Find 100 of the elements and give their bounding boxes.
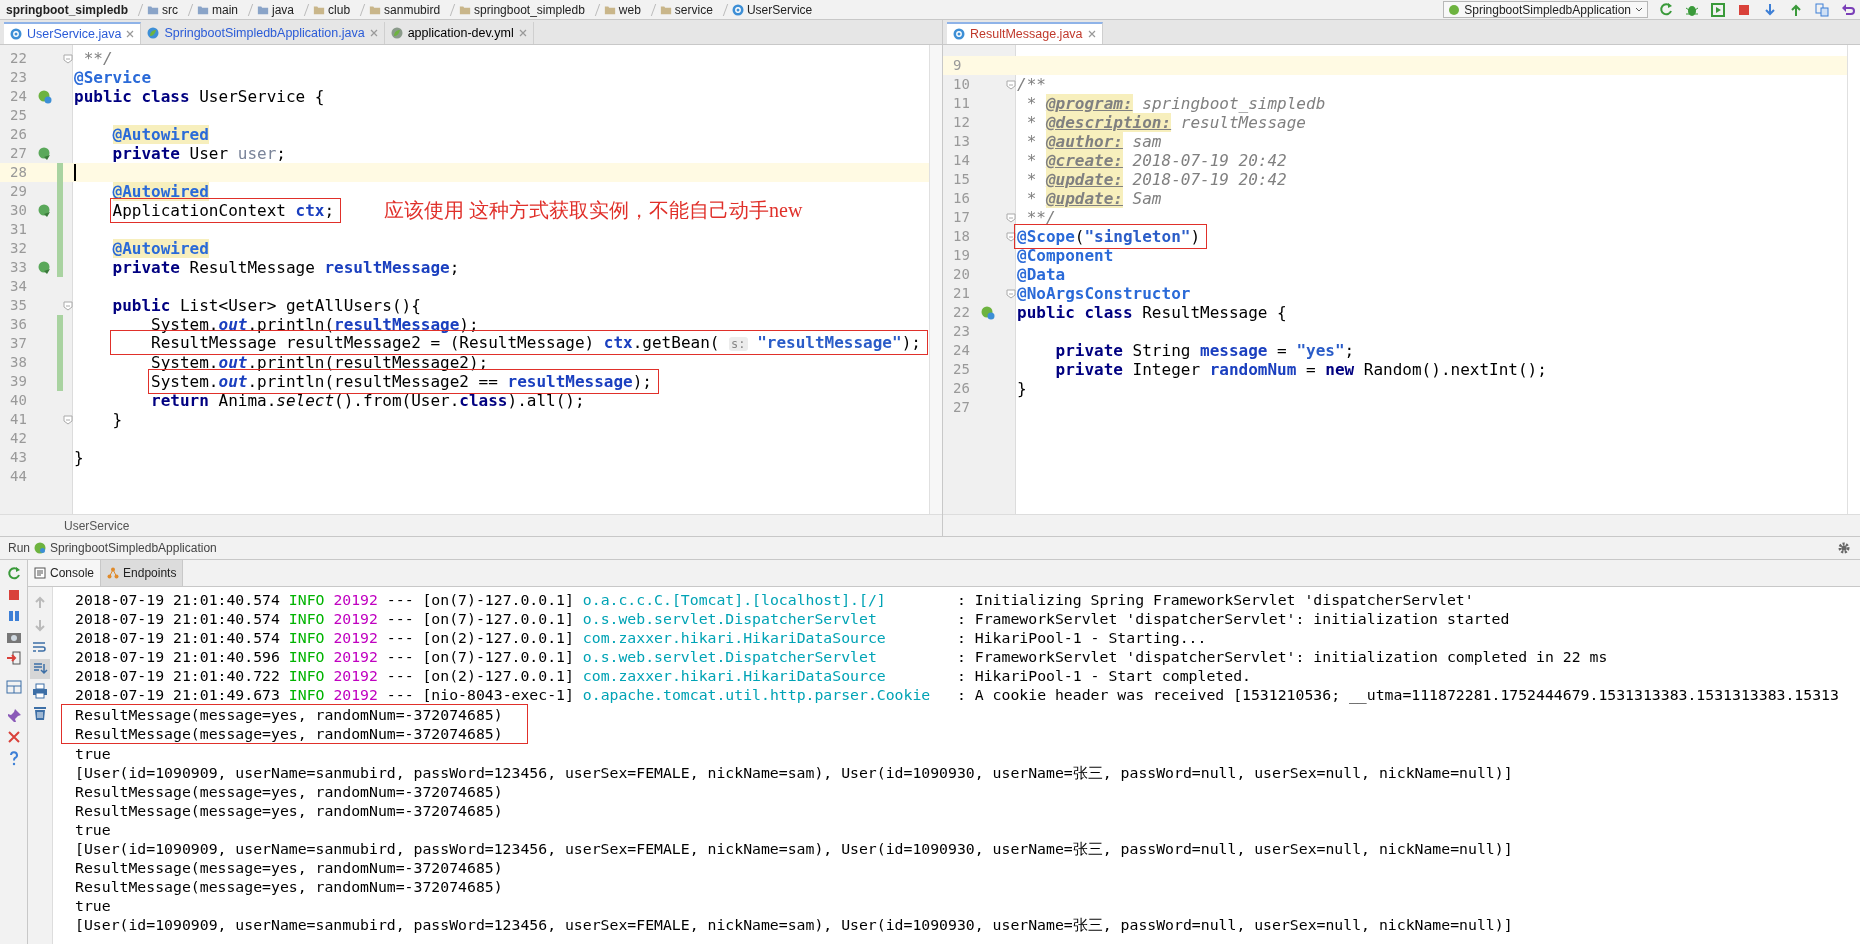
code-line: } — [1016, 379, 1028, 398]
line-number: 23 — [952, 322, 971, 341]
breadcrumb-item[interactable]: sanmubird — [369, 2, 441, 17]
breadcrumb-item[interactable]: UserService — [731, 2, 813, 17]
breadcrumb-item[interactable]: src — [147, 2, 178, 17]
down-arrow-icon[interactable] — [32, 617, 48, 633]
trash-icon[interactable] — [32, 705, 48, 721]
code-line: private String message = "yes"; — [1054, 341, 1356, 360]
line-number: 26 — [952, 379, 971, 398]
rerun-icon[interactable] — [5, 566, 22, 582]
autowired-bean-icon[interactable] — [38, 146, 52, 161]
line-number: 15 — [952, 170, 971, 189]
pin-icon[interactable] — [5, 708, 22, 724]
breadcrumb-item[interactable]: java — [257, 2, 295, 17]
fold-icon[interactable] — [1006, 288, 1016, 299]
fold-icon[interactable] — [63, 300, 73, 311]
console-tab[interactable]: Endpoints — [101, 560, 184, 586]
console-line: 2018-07-19 21:01:40.574 INFO 20192 --- [on(7)-127.0.0.1] o.a.c.c.C.[Tomcat].[localhost].[/] : Initializing Spring FrameworkServlet 'dispatcherServlet' — [75, 590, 1475, 609]
line-number: 23 — [9, 68, 28, 87]
line-number: 24 — [952, 341, 971, 360]
autowired-bean-icon[interactable] — [38, 260, 52, 275]
console-line: 2018-07-19 21:01:40.722 INFO 20192 --- [on(2)-127.0.0.1] com.zaxxer.hikari.HikariDataSource : HikariPool-1 - Start completed. — [75, 666, 1252, 685]
spring-bean-icon[interactable] — [981, 305, 995, 320]
line-number: 25 — [952, 360, 971, 379]
change-marker[interactable] — [56, 258, 63, 277]
code-line: public List<User> getAllUsers(){ — [111, 296, 422, 315]
config-file-icon — [390, 27, 403, 39]
console-line: ResultMessage(message=yes, randomNum=-372074685) — [75, 877, 504, 896]
line-number: 19 — [952, 246, 971, 265]
rerun-icon[interactable] — [1658, 1, 1674, 18]
breadcrumb-item[interactable]: club — [313, 2, 351, 17]
print-icon[interactable] — [32, 683, 48, 699]
change-marker[interactable] — [56, 315, 63, 334]
line-number: 37 — [9, 334, 28, 353]
autowired-bean-icon[interactable] — [38, 203, 52, 218]
fold-icon[interactable] — [1006, 231, 1016, 242]
code-line: * @create: 2018-07-19 20:42 — [1025, 151, 1288, 170]
run-config-tab[interactable]: SpringbootSimpledbApplication — [50, 541, 217, 555]
close-icon[interactable] — [369, 29, 378, 37]
line-number: 42 — [9, 429, 28, 448]
breadcrumb-item[interactable]: springboot_simpledb — [6, 2, 128, 17]
vcs-update-icon[interactable] — [1762, 1, 1778, 18]
close-icon[interactable] — [126, 30, 135, 38]
console-line: [User(id=1090909, userName=sanmubird, passWord=123456, userSex=FEMALE, nickName=sam), User(id=1090930, userName=张三, passWord=null, userSex=null, nickName=null)] — [75, 763, 1514, 782]
soft-wrap-icon[interactable] — [32, 639, 48, 655]
fold-icon[interactable] — [63, 53, 73, 64]
breadcrumb-item[interactable]: service — [659, 2, 713, 17]
line-number: 27 — [9, 144, 28, 163]
coverage-icon[interactable] — [1710, 1, 1726, 18]
close-icon[interactable] — [5, 729, 22, 745]
editor-tab[interactable]: UserService.java — [4, 22, 142, 44]
fold-icon[interactable] — [63, 414, 73, 425]
code-line: System.out.println(resultMessage2 == resultMessage); — [73, 372, 662, 391]
breadcrumb-item[interactable]: UserService — [64, 518, 130, 533]
code-line: private User user; — [111, 144, 287, 163]
console-line: [User(id=1090909, userName=sanmubird, passWord=123456, userSex=FEMALE, nickName=sam), User(id=1090930, userName=张三, passWord=null, userSex=null, nickName=null)] — [75, 839, 1514, 858]
console-tab[interactable]: Console — [28, 560, 102, 586]
fold-icon[interactable] — [1006, 79, 1016, 90]
spring-icon — [1448, 3, 1461, 16]
run-config-dropdown[interactable]: SpringbootSimpledbApplication — [1443, 1, 1648, 18]
layout-icon[interactable] — [5, 679, 22, 695]
close-icon[interactable] — [518, 29, 527, 37]
fold-icon[interactable] — [1006, 212, 1016, 223]
line-number: 21 — [952, 284, 971, 303]
code-line: /** — [1016, 75, 1047, 94]
code-line: } — [73, 448, 85, 467]
code-line: private ResultMessage resultMessage; — [111, 258, 461, 277]
compare-icon[interactable] — [1814, 1, 1830, 18]
line-number: 12 — [952, 113, 971, 132]
line-number: 18 — [952, 227, 971, 246]
code-line: * @program: springboot_simpledb — [1025, 94, 1327, 113]
line-number: 30 — [9, 201, 28, 220]
change-marker[interactable] — [56, 163, 63, 182]
console-line: ResultMessage(message=yes, randomNum=-372074685) — [75, 801, 504, 820]
code-line: private Integer randomNum = new Random().nextInt(); — [1054, 360, 1548, 379]
exit-icon[interactable] — [5, 650, 22, 666]
editor-tab[interactable]: ResultMessage.java — [947, 22, 1103, 44]
class-icon — [10, 28, 22, 40]
line-number: 16 — [952, 189, 971, 208]
line-number: 41 — [9, 410, 28, 429]
run-label: Run — [8, 541, 30, 555]
breadcrumb-item[interactable]: springboot_simpledb — [459, 2, 585, 17]
breadcrumb-item[interactable]: web — [603, 2, 641, 17]
close-icon[interactable] — [1087, 30, 1096, 38]
class-icon — [731, 3, 744, 16]
line-number: 14 — [952, 151, 971, 170]
breadcrumb-item[interactable]: main — [197, 2, 239, 17]
line-number: 28 — [9, 163, 28, 182]
line-number: 10 — [952, 75, 971, 94]
line-number: 38 — [9, 353, 28, 372]
change-marker[interactable] — [56, 372, 63, 391]
scroll-to-end-icon[interactable] — [32, 661, 48, 677]
code-line: * @update: Sam — [1025, 189, 1163, 208]
line-number: 22 — [9, 49, 28, 68]
line-number: 29 — [9, 182, 28, 201]
code-line: **/ — [1025, 208, 1057, 227]
spring-bean-icon[interactable] — [38, 89, 52, 104]
console-line: 2018-07-19 21:01:40.574 INFO 20192 --- [on(2)-127.0.0.1] com.zaxxer.hikari.HikariDataSource : HikariPool-1 - Starting... — [75, 628, 1208, 647]
settings-icon[interactable] — [1836, 540, 1852, 556]
code-line: public class UserService { — [73, 87, 326, 106]
